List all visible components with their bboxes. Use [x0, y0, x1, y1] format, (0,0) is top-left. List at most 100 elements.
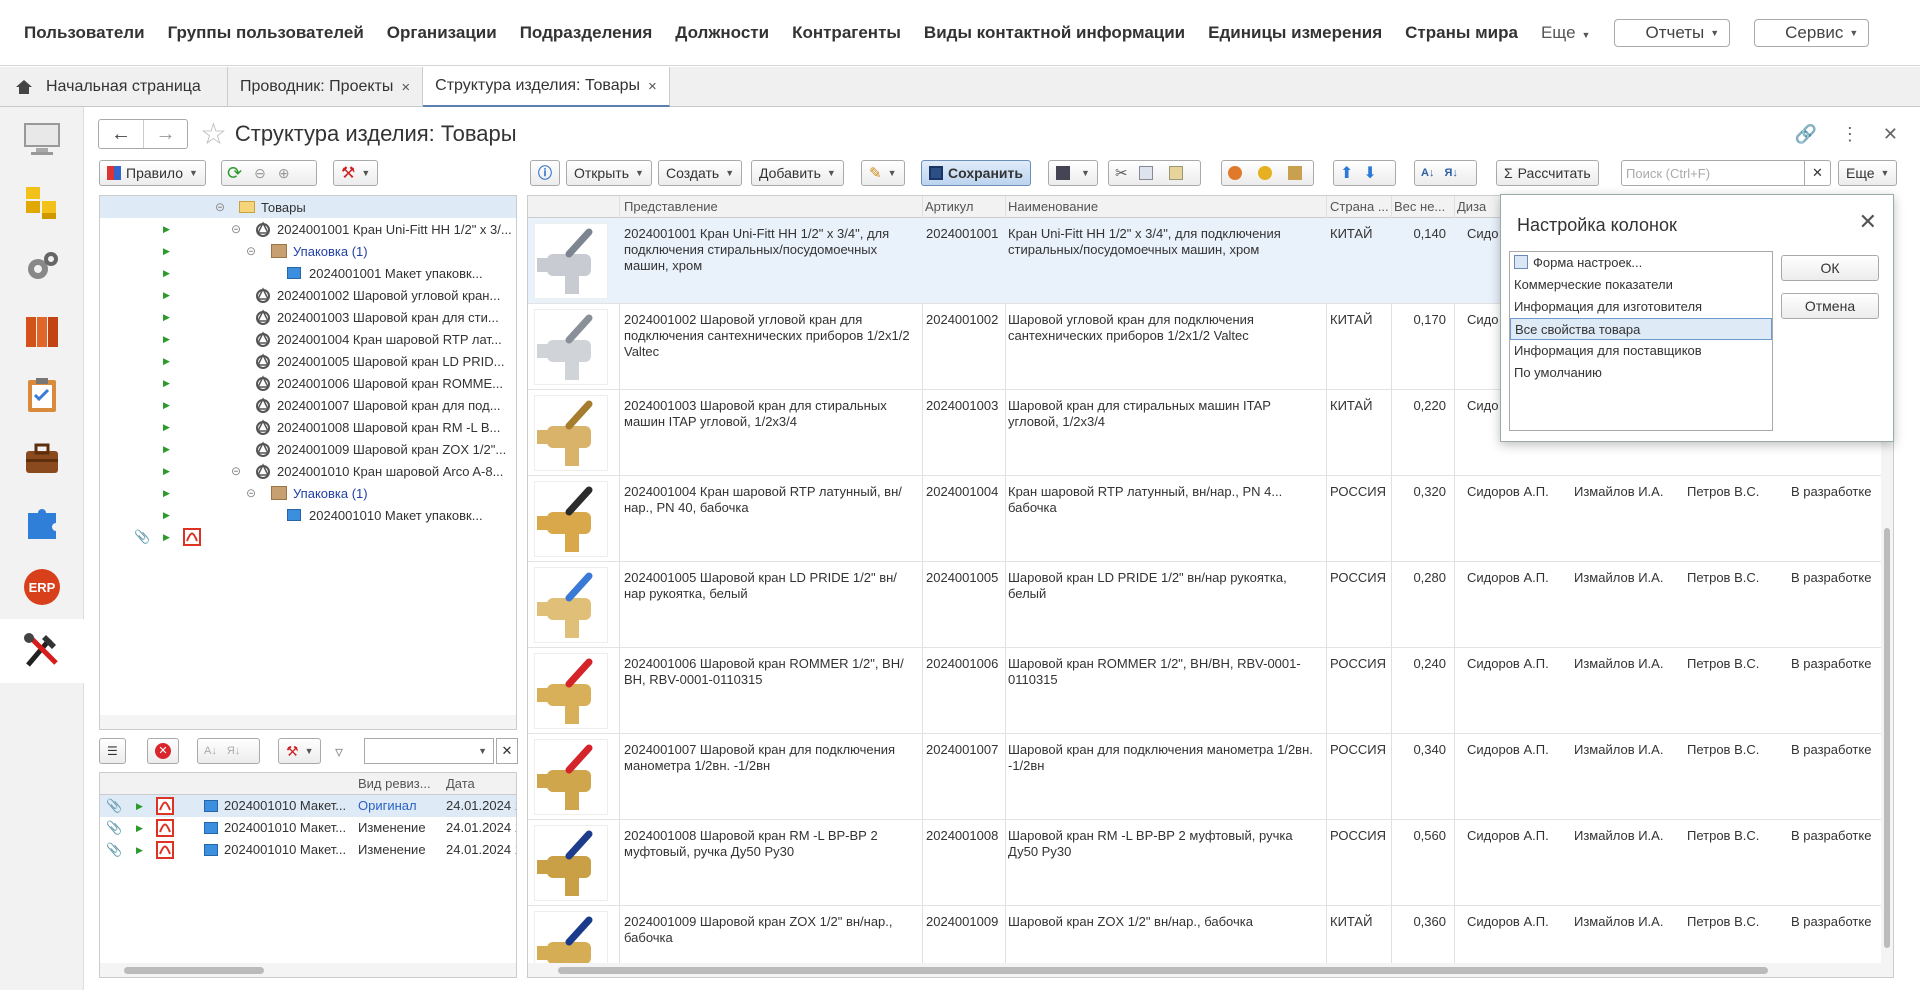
expand-arrow-icon[interactable]: ▶ — [163, 378, 170, 389]
clear-search-icon[interactable]: ✕ — [1804, 161, 1830, 185]
close-form-icon[interactable]: ✕ — [1883, 124, 1898, 145]
revision-tools-button[interactable]: ⚒ ▼ — [278, 738, 322, 764]
sort-asc-icon[interactable]: А↓ — [1421, 167, 1434, 179]
expand-arrow-icon[interactable]: ▶ — [163, 488, 170, 499]
tab-close-icon[interactable]: × — [648, 78, 657, 95]
tools-section-icon[interactable] — [0, 619, 84, 683]
nav-item[interactable]: Единицы измерения — [1208, 23, 1382, 43]
expand-arrow-icon[interactable]: ▶ — [136, 845, 143, 856]
expand-arrow-icon[interactable]: ▶ — [163, 510, 170, 521]
search-input[interactable]: Поиск (Ctrl+F) ✕ — [1621, 160, 1831, 186]
calculate-button[interactable]: Σ Рассчитать — [1496, 160, 1599, 186]
grid-horizontal-scrollbar[interactable] — [528, 963, 1893, 977]
more-button[interactable]: Еще ▼ — [1838, 160, 1898, 186]
tree-horizontal-scrollbar[interactable] — [100, 715, 516, 729]
edit-pencil-button[interactable]: ✎ ▼ — [861, 160, 905, 186]
tree-row[interactable]: ▶ 2024001005 Шаровой кран LD PRID... — [100, 350, 516, 372]
filter-icon[interactable]: ▿ — [335, 742, 343, 762]
tools-dropdown-button[interactable]: ⚒ ▼ — [333, 160, 379, 186]
nav-item[interactable]: Пользователи — [24, 23, 145, 43]
clear-filter-icon[interactable]: ✕ — [496, 738, 518, 764]
desktop-section-icon[interactable] — [0, 107, 84, 171]
tree-row[interactable]: ▶ 2024001001 Макет упаковк... — [100, 262, 516, 284]
revision-row[interactable]: 📎 ▶ 2024001010 Макет... Оригинал 24.01.2024 … — [100, 795, 516, 817]
expand-arrow-icon[interactable]: ▶ — [163, 532, 170, 543]
save-button[interactable]: Сохранить — [921, 160, 1031, 186]
column-variant-item[interactable]: Информация для изготовителя — [1510, 296, 1772, 318]
tree-row-attachment[interactable]: 📎 ▶ — [100, 526, 516, 548]
tree-row[interactable]: ▶ 2024001007 Шаровой кран для под... — [100, 394, 516, 416]
grid-col-header[interactable]: Вес не... — [1394, 199, 1448, 214]
tab-1[interactable]: Проводник: Проекты × — [228, 67, 424, 107]
ok-button[interactable]: ОК — [1781, 255, 1879, 281]
save-options-button[interactable]: ▼ — [1048, 160, 1098, 186]
expand-arrow-icon[interactable]: ▶ — [163, 466, 170, 477]
product-row[interactable]: 2024001005 Шаровой кран LD PRIDE 1/2" вн… — [528, 562, 1893, 648]
expand-arrow-icon[interactable]: ▶ — [163, 400, 170, 411]
nav-more[interactable]: Еще ▼ — [1541, 23, 1591, 43]
column-variant-item[interactable]: Информация для поставщиков — [1510, 340, 1772, 362]
books-icon[interactable] — [1288, 166, 1302, 180]
more-menu-icon[interactable]: ⋮ — [1841, 124, 1859, 145]
revision-filter-select[interactable]: ▼ — [364, 738, 494, 764]
collapse-icon[interactable]: ⊖ — [254, 165, 266, 182]
revisions-horizontal-scrollbar[interactable] — [100, 963, 516, 977]
clipboard-section-icon[interactable] — [0, 363, 84, 427]
nav-item[interactable]: Группы пользователей — [168, 23, 364, 43]
expand-arrow-icon[interactable]: ▶ — [163, 356, 170, 367]
delete-button[interactable]: ✕ — [147, 738, 179, 764]
link-icon[interactable]: 🔗 — [1794, 124, 1816, 145]
tree-row[interactable]: ▶ 2024001010 Макет упаковк... — [100, 504, 516, 526]
tree-row[interactable]: ▶ ⊝ 2024001010 Кран шаровой Arco A-8... — [100, 460, 516, 482]
expand-arrow-icon[interactable]: ▶ — [163, 444, 170, 455]
expand-arrow-icon[interactable]: ▶ — [163, 224, 170, 235]
expand-arrow-icon[interactable]: ▶ — [163, 246, 170, 257]
expand-icon[interactable]: ⊕ — [278, 165, 290, 182]
refresh-icon[interactable]: ⟳ — [227, 163, 242, 184]
product-row[interactable]: 2024001004 Кран шаровой RTP латунный, вн… — [528, 476, 1893, 562]
collapse-toggle-icon[interactable]: ⊝ — [231, 464, 241, 478]
nav-item[interactable]: Контрагенты — [792, 23, 901, 43]
grid-col-header[interactable]: Наименование — [1008, 199, 1253, 214]
expand-arrow-icon[interactable]: ▶ — [136, 823, 143, 834]
copy-icon[interactable] — [1138, 166, 1153, 180]
forward-arrow-icon[interactable]: → — [143, 120, 187, 148]
lock-key-icon[interactable] — [1258, 166, 1272, 180]
grid-col-header[interactable]: Артикул — [925, 199, 1005, 214]
add-button[interactable]: Добавить ▼ — [751, 160, 844, 186]
favorite-star-icon[interactable]: ☆ — [200, 117, 227, 152]
revision-sort-asc-icon[interactable]: А↓ — [204, 745, 217, 757]
expand-arrow-icon[interactable]: ▶ — [163, 334, 170, 345]
revision-row[interactable]: 📎 ▶ 2024001010 Макет... Изменение 24.01.2024… — [100, 817, 516, 839]
tree-row[interactable]: ▶ 2024001009 Шаровой кран ZOX 1/2"... — [100, 438, 516, 460]
tree-row[interactable]: ▶ 2024001003 Шаровой кран для сти... — [100, 306, 516, 328]
product-row[interactable]: 2024001008 Шаровой кран RM -L ВР-ВР 2 му… — [528, 820, 1893, 906]
tree-row[interactable]: ▶ ⊝ 2024001001 Кран Uni-Fitt HH 1/2" x 3/.… — [100, 218, 516, 240]
collapse-toggle-icon[interactable]: ⊝ — [231, 222, 241, 236]
nav-item[interactable]: Подразделения — [520, 23, 653, 43]
product-row[interactable]: 2024001007 Шаровой кран для подключения … — [528, 734, 1893, 820]
nav-item[interactable]: Должности — [675, 23, 769, 43]
expand-arrow-icon[interactable]: ▶ — [163, 268, 170, 279]
info-button[interactable]: ⓘ — [530, 160, 560, 186]
move-down-icon[interactable]: ⬇ — [1363, 163, 1376, 183]
collapse-toggle-icon[interactable]: ⊝ — [215, 200, 225, 214]
nav-item[interactable]: Организации — [387, 23, 497, 43]
puzzle-section-icon[interactable] — [0, 491, 84, 555]
expand-arrow-icon[interactable]: ▶ — [136, 801, 143, 812]
move-up-icon[interactable]: ⬆ — [1340, 163, 1353, 183]
column-variant-item[interactable]: Все свойства товара — [1510, 318, 1772, 340]
service-menu-button[interactable]: Сервис ▼ — [1754, 18, 1870, 47]
column-variant-item[interactable]: По умолчанию — [1510, 362, 1772, 384]
back-arrow-icon[interactable]: ← — [99, 120, 143, 148]
nav-item[interactable]: Страны мира — [1405, 23, 1518, 43]
column-variant-item[interactable]: Коммерческие показатели — [1510, 274, 1772, 296]
grid-col-header[interactable]: Представление — [624, 199, 864, 214]
col-header-kind[interactable]: Вид ревиз... — [358, 776, 431, 791]
create-button[interactable]: Создать ▼ — [658, 160, 743, 186]
expand-arrow-icon[interactable]: ▶ — [163, 422, 170, 433]
tab-close-icon[interactable]: × — [401, 79, 410, 96]
cut-icon[interactable]: ✂ — [1115, 164, 1128, 182]
tree-row[interactable]: ▶ ⊝ Упаковка (1) — [100, 240, 516, 262]
briefcase-section-icon[interactable] — [0, 427, 84, 491]
